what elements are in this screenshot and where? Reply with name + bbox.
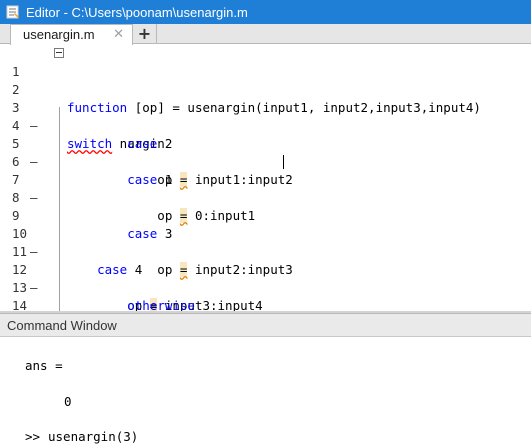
ans-label: ans = <box>25 358 63 373</box>
command-prompt: >> <box>25 429 41 444</box>
code-text: otherwise <box>127 298 195 311</box>
command-window-title: Command Window <box>0 313 531 337</box>
code-line[interactable]: 4 case 2 <box>0 99 531 151</box>
code-line[interactable]: 8 <box>0 171 531 205</box>
code-line[interactable]: 12 – op = input3:input4 <box>0 243 531 311</box>
code-line[interactable]: 2 <box>0 63 531 97</box>
new-tab-button[interactable]: + <box>133 24 157 44</box>
code-line[interactable]: 6 case 1 <box>0 135 531 187</box>
editor-app-icon <box>6 5 20 19</box>
command-window[interactable]: ans = 0 >> usenargin(3) <box>0 337 531 448</box>
code-line[interactable]: 9 case 3 <box>0 189 531 241</box>
code-editor[interactable]: 1 function [op] = usenargin(input1, inpu… <box>0 45 531 311</box>
code-line[interactable]: 1 function [op] = usenargin(input1, inpu… <box>0 45 531 115</box>
fold-toggle-icon[interactable] <box>54 48 64 58</box>
close-icon[interactable]: ✕ <box>113 25 124 44</box>
tab-usenargin[interactable]: usenargin.m ✕ <box>10 24 133 45</box>
command-input[interactable]: usenargin(3) <box>48 429 138 444</box>
code-line[interactable]: 7 – op = 0:input1 <box>0 153 531 223</box>
text-caret <box>283 155 284 169</box>
code-line[interactable]: 11 case 4 <box>0 225 531 277</box>
window-title: Editor - C:\Users\poonam\usenargin.m <box>26 4 248 20</box>
code-line[interactable]: 5 – op = input1:input2 <box>0 117 531 187</box>
editor-tabstrip: usenargin.m ✕ + <box>0 24 531 45</box>
tab-label: usenargin.m <box>23 27 95 42</box>
code-line[interactable]: 3 – switch nargin <box>0 81 531 151</box>
line-number: 14 <box>12 298 28 311</box>
ans-value: 0 <box>64 394 72 409</box>
code-line[interactable]: 13 otherwise <box>0 261 531 311</box>
code-line[interactable]: 14 – op = 0; <box>0 279 531 311</box>
code-line[interactable]: 10 – op = input2:input3 <box>0 207 531 277</box>
window-titlebar: Editor - C:\Users\poonam\usenargin.m <box>0 0 531 24</box>
